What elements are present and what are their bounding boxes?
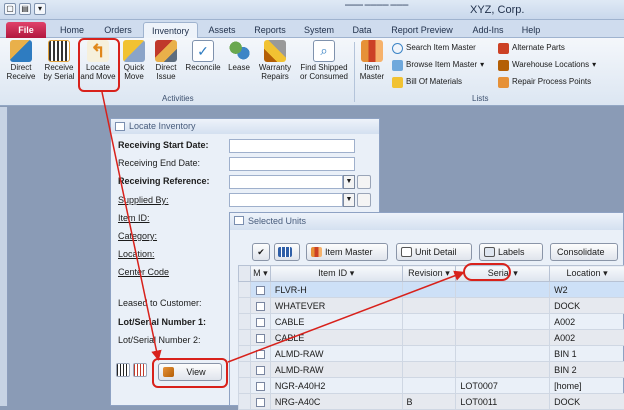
arrow-view-to-serial bbox=[228, 273, 462, 362]
arrow-locate-to-view bbox=[102, 92, 158, 358]
annotation-arrows bbox=[0, 0, 624, 406]
